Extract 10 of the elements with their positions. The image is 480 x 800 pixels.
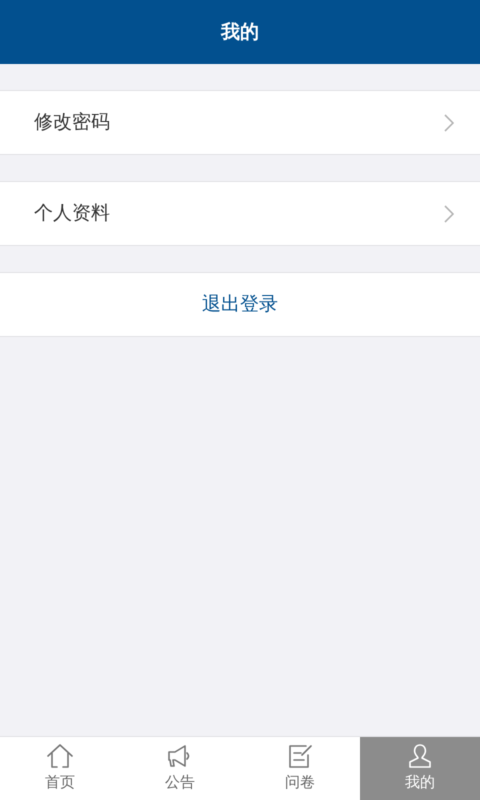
house-icon — [46, 743, 74, 770]
tab[interactable]: 我的 — [360, 737, 480, 800]
form-icon — [286, 743, 314, 770]
page-title: 我的 — [221, 20, 259, 45]
person-icon — [406, 743, 434, 770]
chevron-right-icon — [444, 114, 454, 132]
menu-item[interactable]: 个人资料 — [0, 181, 480, 246]
menu-item[interactable]: 修改密码 — [0, 90, 480, 155]
logout-button[interactable]: 退出登录 — [0, 272, 480, 337]
chevron-right-icon — [444, 204, 454, 222]
